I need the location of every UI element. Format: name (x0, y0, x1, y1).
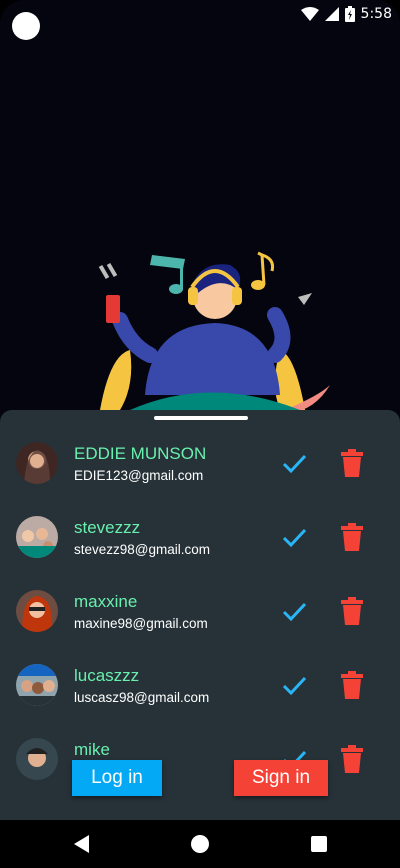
user-name: mike (74, 740, 110, 759)
wifi-icon (300, 7, 319, 21)
user-email: EDIE123@gmail.com (74, 468, 204, 483)
avatar (16, 664, 58, 706)
user-name: lucaszzz (74, 666, 140, 685)
user-email: stevezz98@gmail.com (74, 542, 211, 557)
user-email: maxine98@gmail.com (74, 616, 208, 631)
trash-icon[interactable] (338, 448, 366, 478)
status-icons: 5:58 (300, 4, 392, 24)
battery-charging-icon (344, 6, 355, 22)
signin-button[interactable]: Sign in (234, 760, 328, 796)
avatar (16, 442, 58, 484)
trash-icon[interactable] (338, 744, 366, 774)
drag-handle[interactable] (154, 416, 248, 420)
status-time: 5:58 (360, 6, 392, 22)
camera-cutout-icon (12, 12, 40, 40)
list-item[interactable]: mike (0, 728, 400, 802)
avatar (16, 516, 58, 558)
login-button[interactable]: Log in (72, 760, 162, 796)
check-icon[interactable] (280, 524, 308, 552)
trash-icon[interactable] (338, 670, 366, 700)
check-icon[interactable] (280, 598, 308, 626)
avatar (16, 738, 58, 780)
home-icon[interactable] (191, 835, 209, 853)
user-name: EDDIE MUNSON (74, 444, 207, 463)
trash-icon[interactable] (338, 522, 366, 552)
navigation-bar (0, 820, 400, 868)
status-bar: 5:58 (0, 0, 400, 40)
user-name: maxxine (74, 592, 138, 611)
list-item[interactable]: EDDIE MUNSON EDIE123@gmail.com (0, 432, 400, 506)
user-list: EDDIE MUNSON EDIE123@gmail.com stevezzz … (0, 432, 400, 802)
user-email: luscasz98@gmail.com (74, 690, 210, 705)
check-icon[interactable] (280, 450, 308, 478)
user-list-sheet: EDDIE MUNSON EDIE123@gmail.com stevezzz … (0, 410, 400, 820)
list-item[interactable]: stevezzz stevezz98@gmail.com (0, 506, 400, 580)
cellular-signal-icon (324, 7, 339, 21)
recents-icon[interactable] (311, 836, 327, 852)
avatar (16, 590, 58, 632)
app-screen: 5:58 EDDIE MUNSON EDIE123@gmail.com stev… (0, 0, 400, 868)
person-listening-music-illustration (90, 245, 340, 415)
back-icon[interactable] (74, 835, 90, 857)
list-item[interactable]: lucaszzz luscasz98@gmail.com (0, 654, 400, 728)
trash-icon[interactable] (338, 596, 366, 626)
check-icon[interactable] (280, 672, 308, 700)
list-item[interactable]: maxxine maxine98@gmail.com (0, 580, 400, 654)
user-name: stevezzz (74, 518, 141, 537)
